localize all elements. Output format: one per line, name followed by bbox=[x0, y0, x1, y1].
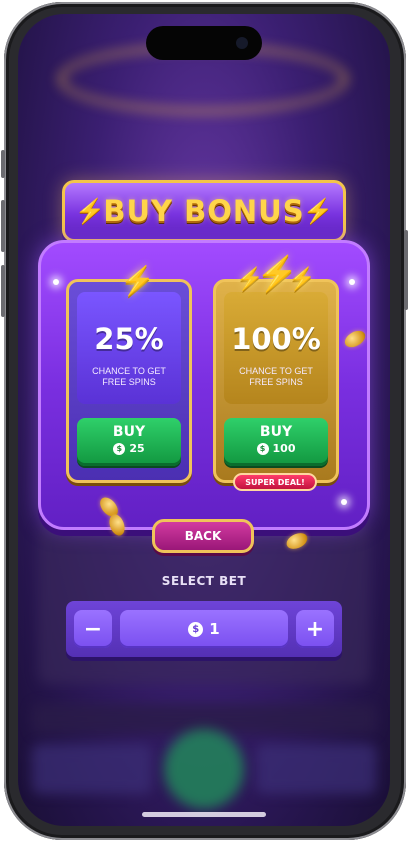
bolt-icon: ⚡ bbox=[120, 266, 155, 297]
home-indicator[interactable] bbox=[142, 812, 266, 817]
bolt-icon: ⚡ bbox=[303, 199, 333, 225]
buy-price: $ 100 bbox=[224, 442, 328, 455]
page-title: BUY BONUS bbox=[103, 194, 305, 228]
bet-value-display: $ 1 bbox=[120, 610, 288, 648]
description-line: FREE SPINS bbox=[249, 377, 303, 387]
increase-bet-button[interactable]: + bbox=[296, 610, 334, 648]
bonus-description: CHANCE TO GET FREE SPINS bbox=[224, 366, 328, 388]
buy-25-button[interactable]: BUY $ 25 bbox=[77, 418, 181, 466]
bonus-percent: 100% bbox=[231, 322, 321, 356]
power-button bbox=[404, 230, 408, 310]
sparkle-icon bbox=[53, 279, 59, 285]
bonus-percent: 25% bbox=[94, 322, 164, 356]
bolt-icon: ⚡ bbox=[75, 199, 105, 225]
buy-label: BUY bbox=[112, 424, 146, 440]
card-info: 25% CHANCE TO GET FREE SPINS bbox=[77, 292, 181, 404]
description-line: CHANCE TO GET bbox=[92, 366, 166, 376]
coin-icon: $ bbox=[256, 442, 269, 455]
card-info: 100% CHANCE TO GET FREE SPINS bbox=[224, 292, 328, 404]
buy-price: $ 25 bbox=[77, 442, 181, 455]
description-line: FREE SPINS bbox=[102, 377, 156, 387]
description-line: CHANCE TO GET bbox=[239, 366, 313, 376]
dynamic-island bbox=[146, 26, 262, 60]
sparkle-icon bbox=[341, 499, 347, 505]
coin-icon: $ bbox=[188, 621, 204, 637]
decrease-bet-button[interactable]: − bbox=[74, 610, 112, 648]
buy-100-button[interactable]: BUY $ 100 bbox=[224, 418, 328, 466]
bonus-option-card-25: 25% CHANCE TO GET FREE SPINS BUY $ 25 bbox=[66, 279, 192, 483]
bet-value: 1 bbox=[209, 620, 220, 638]
back-button[interactable]: BACK bbox=[152, 519, 254, 553]
price-value: 25 bbox=[129, 442, 145, 455]
camera-icon bbox=[236, 37, 248, 49]
select-bet-label: SELECT BET bbox=[161, 574, 247, 588]
action-button bbox=[1, 150, 5, 178]
game-screen: ⚡ BUY BONUS ⚡ 25% CHANCE TO GET FREE SPI… bbox=[18, 14, 390, 826]
volume-down-button bbox=[1, 265, 5, 317]
price-value: 100 bbox=[272, 442, 296, 455]
buy-label: BUY bbox=[259, 424, 293, 440]
buy-bonus-header: ⚡ BUY BONUS ⚡ bbox=[62, 180, 346, 242]
bet-selector: − $ 1 + bbox=[66, 601, 342, 657]
bolt-icon: ⚡ bbox=[288, 266, 316, 291]
volume-up-button bbox=[1, 200, 5, 252]
bonus-description: CHANCE TO GET FREE SPINS bbox=[77, 366, 181, 388]
background-controls-right bbox=[256, 744, 376, 794]
background-spin-button bbox=[164, 729, 244, 809]
bonus-option-card-100: 100% CHANCE TO GET FREE SPINS BUY $ 100 bbox=[213, 279, 339, 483]
super-deal-badge: SUPER DEAL! bbox=[233, 473, 317, 491]
background-controls bbox=[32, 744, 152, 794]
coin-icon: $ bbox=[113, 442, 126, 455]
sparkle-icon bbox=[349, 279, 355, 285]
